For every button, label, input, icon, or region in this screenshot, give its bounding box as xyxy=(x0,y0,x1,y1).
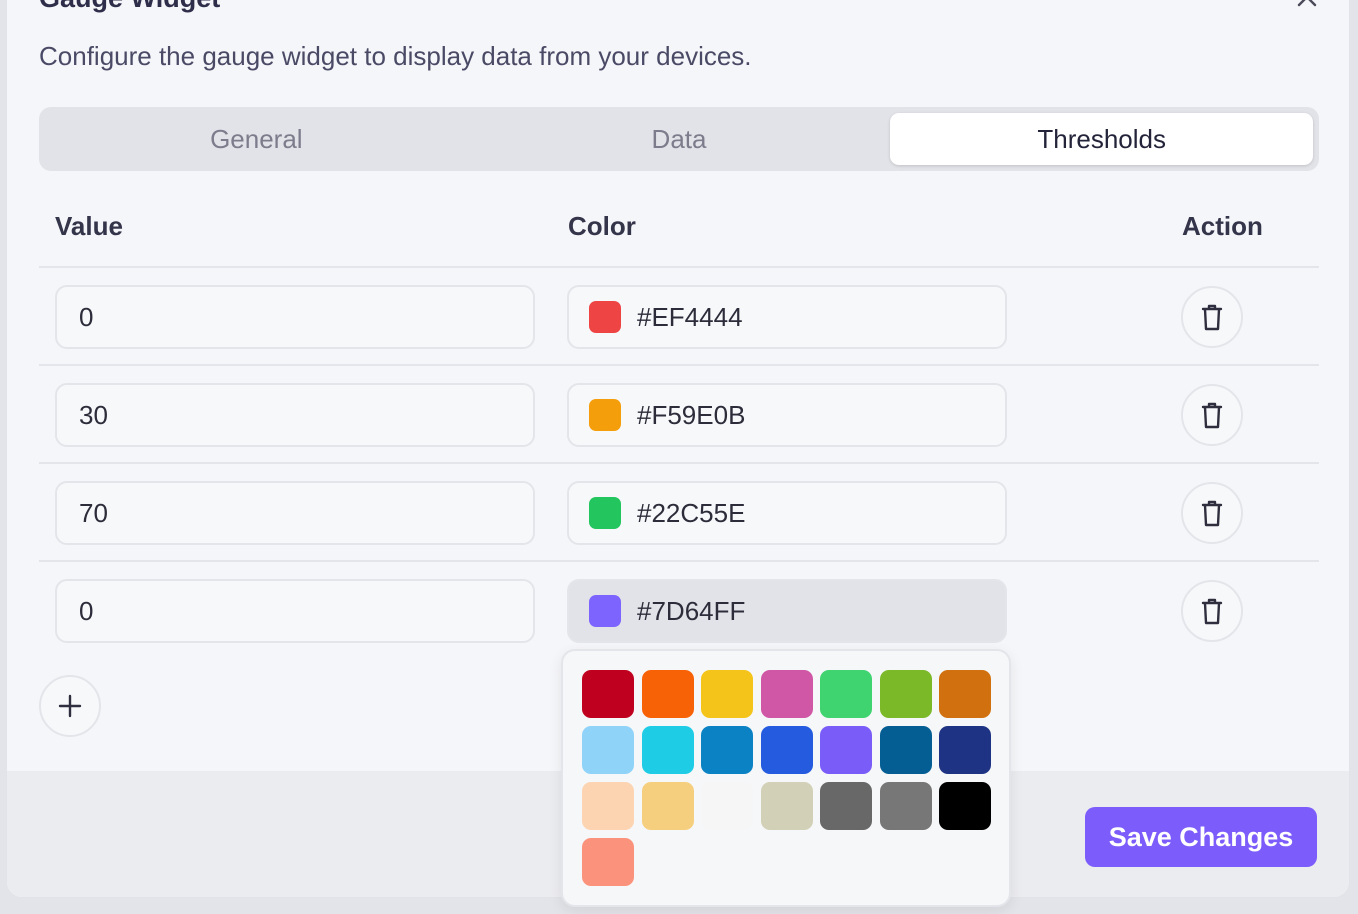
palette-color-swatch[interactable] xyxy=(760,782,813,830)
threshold-value-input[interactable]: 70 xyxy=(55,481,535,545)
delete-threshold-button[interactable] xyxy=(1181,384,1243,446)
palette-color-swatch[interactable] xyxy=(582,838,634,886)
palette-color-swatch[interactable] xyxy=(582,782,634,830)
threshold-value-input[interactable]: 0 xyxy=(55,579,535,643)
delete-threshold-button[interactable] xyxy=(1181,482,1243,544)
threshold-color-field[interactable]: #22C55E xyxy=(567,481,1007,545)
threshold-color-field[interactable]: #F59E0B xyxy=(567,383,1007,447)
palette-color-swatch[interactable] xyxy=(879,670,932,718)
palette-color-swatch[interactable] xyxy=(820,670,872,718)
palette-color-swatch[interactable] xyxy=(939,726,991,774)
color-hex-label: #EF4444 xyxy=(637,301,743,332)
palette-color-swatch[interactable] xyxy=(879,726,932,774)
palette-color-swatch[interactable] xyxy=(701,670,753,718)
delete-threshold-button[interactable] xyxy=(1181,286,1243,348)
plus-icon xyxy=(58,694,82,718)
palette-color-swatch[interactable] xyxy=(641,670,694,718)
save-changes-button[interactable]: Save Changes xyxy=(1085,807,1317,867)
palette-color-swatch[interactable] xyxy=(701,726,753,774)
tab-list: General Data Thresholds xyxy=(39,107,1319,171)
palette-color-swatch[interactable] xyxy=(641,782,694,830)
color-swatch xyxy=(589,301,621,333)
palette-color-swatch[interactable] xyxy=(820,782,872,830)
color-palette-grid xyxy=(582,670,991,886)
trash-icon xyxy=(1201,598,1223,625)
threshold-color-field[interactable]: #EF4444 xyxy=(567,285,1007,349)
tab-thresholds[interactable]: Thresholds xyxy=(890,113,1314,165)
row-divider xyxy=(39,364,1319,366)
palette-color-swatch[interactable] xyxy=(582,726,634,774)
dialog-title: Gauge Widget xyxy=(39,0,220,14)
close-button[interactable] xyxy=(1291,0,1323,13)
row-divider xyxy=(39,266,1319,268)
row-divider xyxy=(39,462,1319,464)
color-hex-label: #F59E0B xyxy=(637,399,746,430)
trash-icon xyxy=(1201,402,1223,429)
color-swatch xyxy=(589,595,621,627)
palette-color-swatch[interactable] xyxy=(701,782,753,830)
color-hex-label: #7D64FF xyxy=(637,595,746,626)
palette-color-swatch[interactable] xyxy=(760,670,813,718)
header-action: Action xyxy=(1182,211,1263,241)
palette-color-swatch[interactable] xyxy=(939,782,991,830)
header-value: Value xyxy=(55,211,123,241)
palette-color-swatch[interactable] xyxy=(760,726,813,774)
palette-color-swatch[interactable] xyxy=(641,726,694,774)
palette-color-swatch[interactable] xyxy=(939,670,991,718)
color-swatch xyxy=(589,399,621,431)
dialog-subtitle: Configure the gauge widget to display da… xyxy=(39,41,752,71)
palette-color-swatch[interactable] xyxy=(582,670,634,718)
color-palette-popover xyxy=(561,649,1011,907)
tab-general[interactable]: General xyxy=(45,113,468,165)
tab-data[interactable]: Data xyxy=(468,113,891,165)
delete-threshold-button[interactable] xyxy=(1181,580,1243,642)
threshold-value-input[interactable]: 0 xyxy=(55,285,535,349)
trash-icon xyxy=(1201,500,1223,527)
threshold-color-field[interactable]: #7D64FF xyxy=(567,579,1007,643)
color-hex-label: #22C55E xyxy=(637,497,746,528)
row-divider xyxy=(39,560,1319,562)
close-icon xyxy=(1297,0,1317,7)
palette-color-swatch[interactable] xyxy=(879,782,932,830)
header-color: Color xyxy=(568,211,636,241)
palette-color-swatch[interactable] xyxy=(820,726,872,774)
threshold-value-input[interactable]: 30 xyxy=(55,383,535,447)
trash-icon xyxy=(1201,304,1223,331)
add-threshold-button[interactable] xyxy=(39,675,101,737)
color-swatch xyxy=(589,497,621,529)
